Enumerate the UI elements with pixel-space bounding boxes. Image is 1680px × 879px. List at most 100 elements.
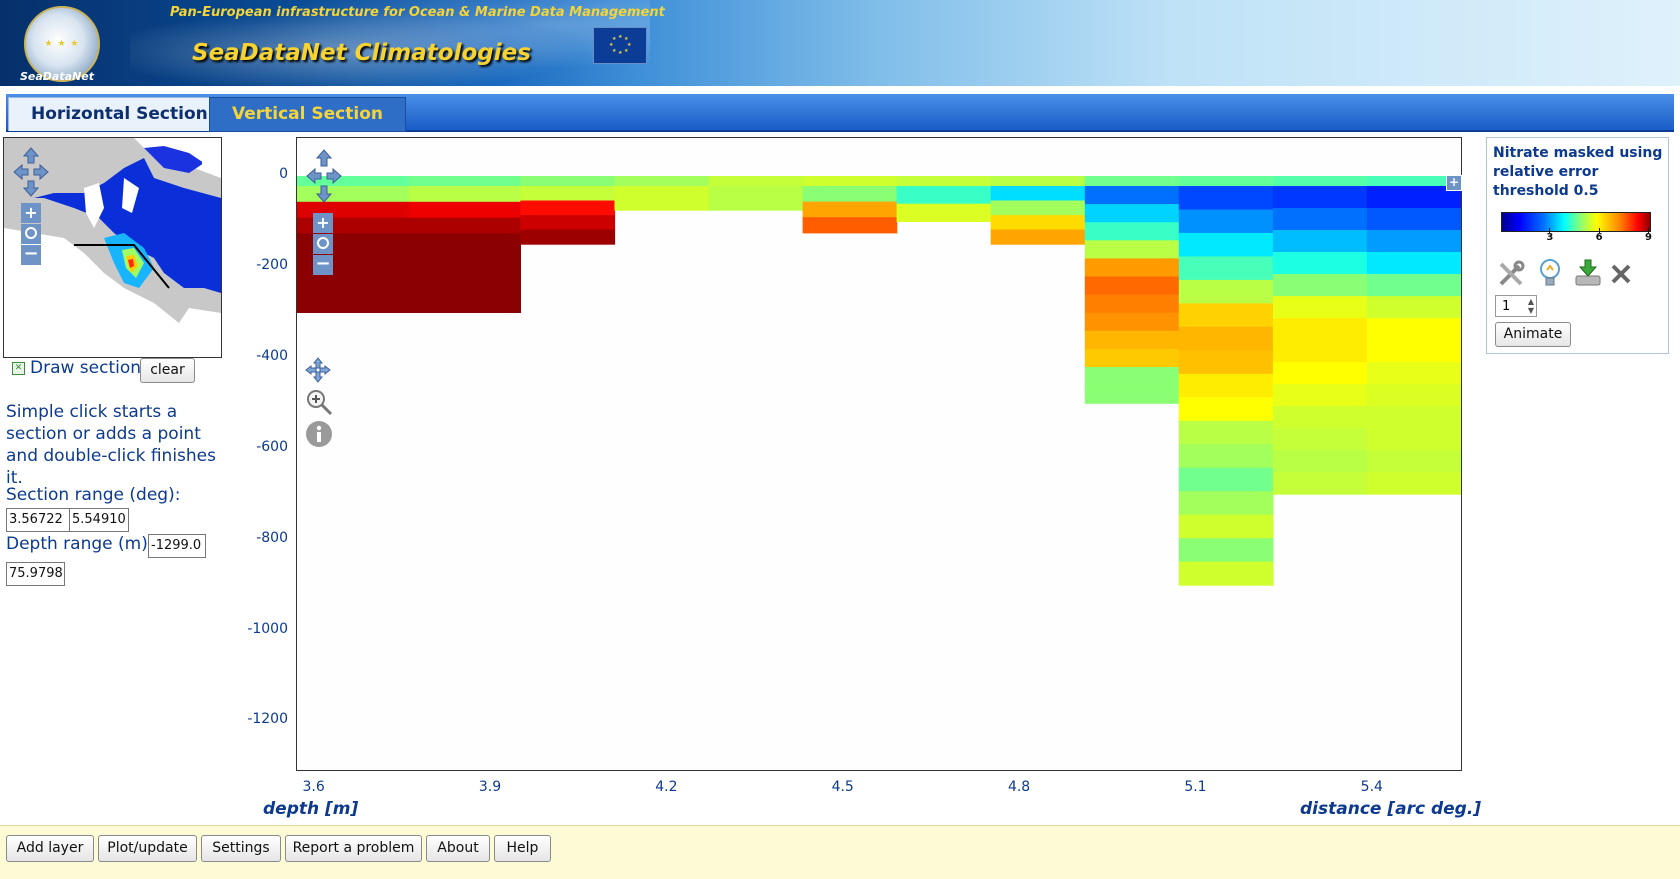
settings-icon[interactable] xyxy=(1497,260,1525,288)
download-icon[interactable] xyxy=(1573,258,1603,288)
heatmap-cell xyxy=(708,186,804,211)
heatmap-cell xyxy=(1272,230,1368,253)
heatmap-cell xyxy=(1084,186,1180,205)
x-tick-label: 4.5 xyxy=(831,779,854,795)
plot-zoom-in-icon[interactable]: + xyxy=(313,213,333,233)
heatmap-canvas[interactable] xyxy=(297,138,1461,770)
pan-icon[interactable] xyxy=(12,146,50,198)
heatmap-cell xyxy=(1366,450,1461,473)
heatmap-cell xyxy=(802,176,898,187)
tab-bar: Horizontal Section Vertical Section xyxy=(6,94,1674,132)
plot-zoom-out-icon[interactable]: − xyxy=(313,255,333,275)
heatmap-cell xyxy=(1272,450,1368,473)
svg-text:★: ★ xyxy=(618,50,623,56)
y-tick-label: -400 xyxy=(256,347,288,364)
section-range-max-input[interactable]: 5.54910 xyxy=(69,508,129,532)
y-tick-label: -1000 xyxy=(247,620,288,637)
heatmap-cell xyxy=(990,200,1086,216)
draw-section-label[interactable]: Draw section xyxy=(30,358,141,378)
svg-text:★: ★ xyxy=(609,42,614,48)
plot-zoom-reset-icon[interactable] xyxy=(313,234,333,254)
settings-button[interactable]: Settings xyxy=(201,835,281,862)
colorbar-tick-label: 6 xyxy=(1595,232,1603,243)
zoom-in-icon[interactable]: + xyxy=(21,203,41,223)
clear-button[interactable]: clear xyxy=(140,358,195,383)
y-tick-label: -600 xyxy=(256,438,288,455)
heatmap-cell xyxy=(1084,204,1180,223)
tab-vertical-section[interactable]: Vertical Section xyxy=(209,97,406,132)
heatmap-cell xyxy=(1084,258,1180,278)
heatmap-cell xyxy=(408,217,521,234)
heatmap-cell xyxy=(1272,274,1368,297)
frame-spinner[interactable]: 1 ▲ ▼ xyxy=(1495,295,1537,317)
heatmap-cell xyxy=(408,296,521,313)
layer-legend-panel: Nitrate masked using relative error thre… xyxy=(1486,137,1669,354)
remove-icon[interactable] xyxy=(1609,262,1633,286)
heatmap-cell xyxy=(802,201,898,218)
depth-range-min-input[interactable]: -1299.0 xyxy=(148,534,206,558)
heatmap-cell xyxy=(1178,467,1274,492)
section-range-label: Section range (deg): xyxy=(6,485,181,505)
heatmap-cell xyxy=(1178,373,1274,398)
info-icon[interactable] xyxy=(305,420,333,448)
heatmap-cell xyxy=(1366,428,1461,451)
heatmap-cell xyxy=(1178,420,1274,445)
heatmap-cell xyxy=(1084,312,1180,332)
plot-expand-icon[interactable]: + xyxy=(1446,175,1462,191)
heatmap-cell xyxy=(1178,209,1274,234)
heatmap-cell xyxy=(896,176,992,187)
plot-update-button[interactable]: Plot/update xyxy=(98,835,197,862)
heatmap-cell xyxy=(408,233,521,250)
overview-map[interactable]: + − xyxy=(3,137,222,358)
zoom-reset-icon[interactable] xyxy=(21,224,41,244)
header-tagline: Pan-European infrastructure for Ocean & … xyxy=(170,5,665,20)
depth-range-max-input[interactable]: 75.9798 xyxy=(6,562,65,586)
add-layer-button[interactable]: Add layer xyxy=(6,835,94,862)
logo-text: SeaDataNet xyxy=(20,70,94,83)
animate-button[interactable]: Animate xyxy=(1495,322,1571,347)
heatmap-cell xyxy=(1272,296,1368,319)
heatmap-cell xyxy=(520,176,616,187)
app-title: SeaDataNet Climatologies xyxy=(192,40,531,66)
section-range-min-input[interactable]: 3.56722 xyxy=(6,508,70,532)
heatmap-cell xyxy=(1084,240,1180,259)
heatmap-cell xyxy=(408,280,521,298)
y-axis-label: depth [m] xyxy=(263,799,359,819)
layer-title: Nitrate masked using relative error thre… xyxy=(1493,145,1663,199)
about-button[interactable]: About xyxy=(426,835,490,862)
x-tick-label: 3.6 xyxy=(302,779,325,795)
section-plot[interactable]: + − + xyxy=(296,137,1462,771)
heatmap-cell xyxy=(1178,444,1274,469)
heatmap-cell xyxy=(1084,276,1180,296)
zoom-box-icon[interactable] xyxy=(305,388,333,416)
heatmap-cell xyxy=(1178,350,1274,375)
heatmap-cell xyxy=(1272,208,1368,231)
plot-pan-icon[interactable] xyxy=(305,148,343,204)
highlight-icon[interactable] xyxy=(1537,258,1563,288)
heatmap-cell xyxy=(297,280,410,298)
help-button[interactable]: Help xyxy=(494,835,551,862)
zoom-out-icon[interactable]: − xyxy=(21,245,41,265)
report-problem-button[interactable]: Report a problem xyxy=(285,835,422,862)
colorbar xyxy=(1501,212,1651,232)
heatmap-cell xyxy=(408,249,521,266)
heatmap-cell xyxy=(1366,340,1461,363)
heatmap-cell xyxy=(1178,176,1274,187)
x-tick-label: 5.4 xyxy=(1360,779,1383,795)
heatmap-cell xyxy=(1272,472,1368,495)
draw-section-checkbox[interactable]: ✕ xyxy=(12,362,25,375)
heatmap-cell xyxy=(1366,230,1461,253)
draw-help-text: Simple click starts a section or adds a … xyxy=(6,402,217,488)
heatmap-cell xyxy=(520,229,616,245)
heatmap-cell xyxy=(896,203,992,222)
tab-horizontal-section[interactable]: Horizontal Section xyxy=(8,97,231,131)
heatmap-cell xyxy=(1084,222,1180,241)
pan-tool-icon[interactable] xyxy=(305,357,331,383)
colorbar-tick-label: 3 xyxy=(1546,232,1554,243)
spinner-arrows-icon[interactable]: ▲ ▼ xyxy=(1528,297,1534,315)
heatmap-cell xyxy=(1178,561,1274,586)
heatmap-cell xyxy=(1178,256,1274,281)
heatmap-cell xyxy=(1178,538,1274,563)
heatmap-cell xyxy=(990,215,1086,231)
heatmap-cell xyxy=(1178,491,1274,516)
